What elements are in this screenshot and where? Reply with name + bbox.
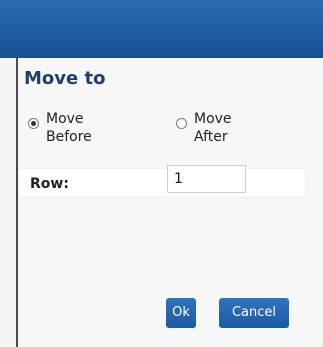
row-input[interactable] <box>167 165 246 193</box>
move-after-option[interactable]: Move After <box>176 110 232 146</box>
move-after-label: Move After <box>194 111 232 145</box>
dialog-heading: Move to <box>24 68 106 89</box>
ok-button[interactable]: Ok <box>166 298 196 328</box>
radio-button-checked-icon[interactable] <box>28 118 39 129</box>
cancel-button[interactable]: Cancel <box>219 298 289 328</box>
move-before-label: Move Before <box>46 111 92 145</box>
row-label: Row: <box>30 176 69 192</box>
move-before-option[interactable]: Move Before <box>28 110 92 146</box>
radio-button-unchecked-icon[interactable] <box>176 118 187 129</box>
dialog-titlebar <box>0 0 323 58</box>
move-to-dialog: Move to Move Before Move After Row: Ok C… <box>0 0 323 347</box>
move-position-radio-group: Move Before Move After <box>22 110 282 154</box>
